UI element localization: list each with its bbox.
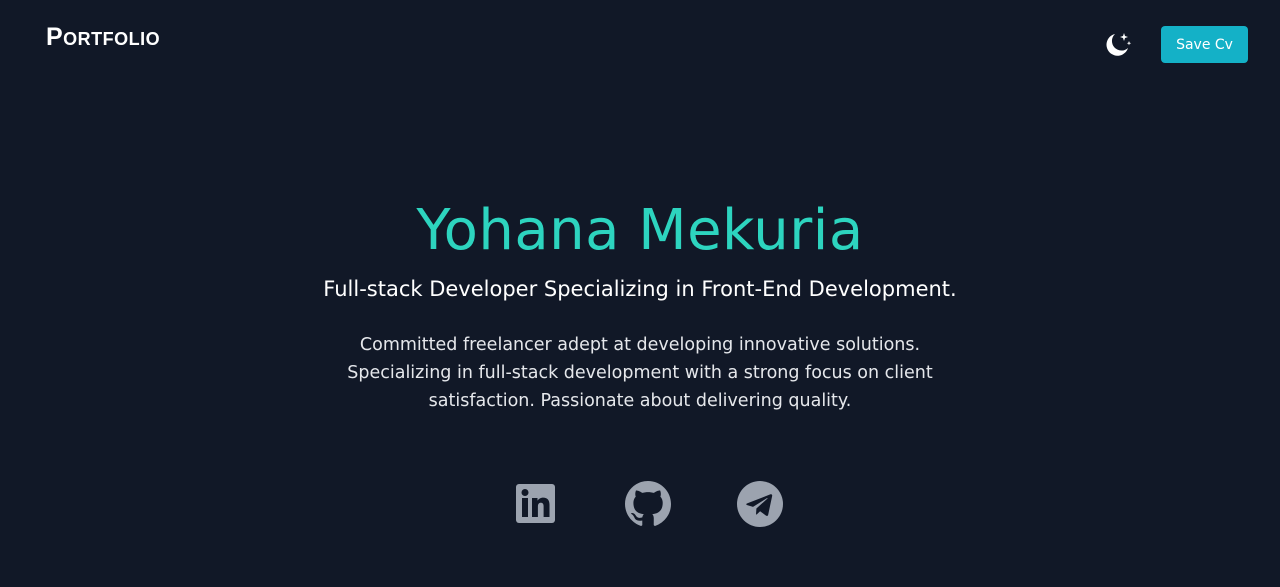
social-links [0, 481, 1280, 527]
hero-section: Yohana Mekuria Full-stack Developer Spec… [0, 195, 1280, 415]
theme-toggle-button[interactable] [1102, 31, 1132, 59]
hero-name: Yohana Mekuria [416, 198, 864, 263]
navbar: Portfolio Save Cv [0, 0, 1280, 88]
github-link[interactable] [625, 481, 671, 527]
github-icon [625, 481, 671, 526]
page: Portfolio Save Cv Yohana Mekuria Full-st… [0, 0, 1280, 587]
linkedin-icon [516, 484, 555, 523]
telegram-link[interactable] [737, 481, 783, 527]
hero-bio: Committed freelancer adept at developing… [347, 335, 933, 411]
linkedin-link[interactable] [516, 484, 555, 523]
telegram-icon [737, 481, 783, 527]
logo[interactable]: Portfolio [46, 23, 160, 52]
moon-stars-icon [1106, 33, 1132, 56]
save-cv-button[interactable]: Save Cv [1161, 26, 1248, 63]
hero-subtitle: Full-stack Developer Specializing in Fro… [323, 277, 957, 301]
